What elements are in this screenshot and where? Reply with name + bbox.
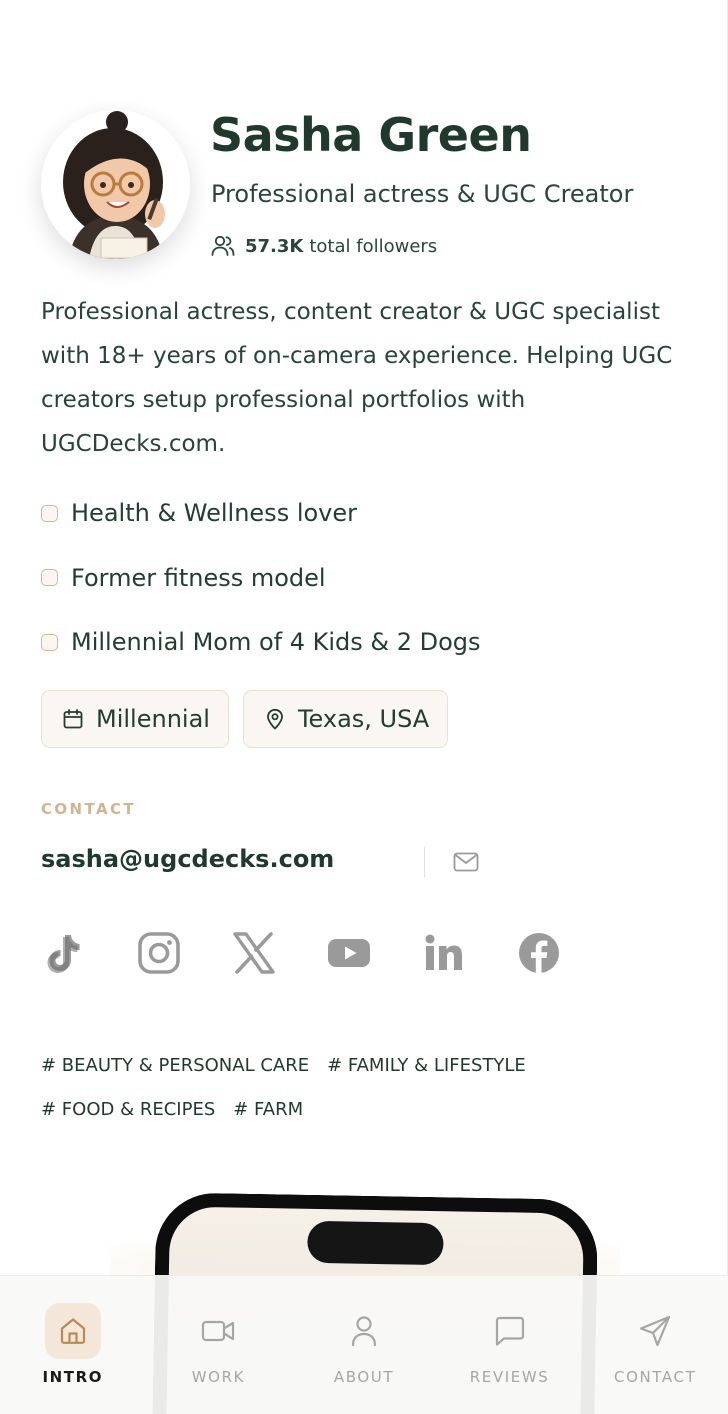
hashtag-list: # BEAUTY & PERSONAL CARE # FAMILY & LIFE… xyxy=(41,1043,681,1131)
nav-item-contact[interactable]: CONTACT xyxy=(582,1276,728,1414)
nav-item-work[interactable]: WORK xyxy=(146,1276,292,1414)
trait-label: Health & Wellness lover xyxy=(71,499,358,527)
nav-label: REVIEWS xyxy=(469,1368,550,1386)
location-label: Texas, USA xyxy=(297,705,430,733)
bullet-icon xyxy=(41,569,58,586)
email-divider xyxy=(424,847,425,877)
followers-count: 57.3K total followers xyxy=(211,235,437,257)
chat-icon xyxy=(495,1316,524,1346)
map-pin-icon xyxy=(267,708,283,730)
hashtag-row: # FOOD & RECIPES # FARM xyxy=(41,1087,681,1131)
youtube-icon xyxy=(328,939,370,967)
hashtag[interactable]: # FOOD & RECIPES xyxy=(41,1099,215,1120)
nav-label: WORK xyxy=(191,1368,246,1386)
hashtag[interactable]: # FAMILY & LIFESTYLE xyxy=(327,1055,526,1076)
instagram-icon xyxy=(138,932,180,974)
nav-label: CONTACT xyxy=(614,1368,697,1386)
nav-label: ABOUT xyxy=(333,1368,395,1386)
traits-list: Health & Wellness lover Former fitness m… xyxy=(41,492,481,686)
facebook-icon xyxy=(519,933,559,973)
list-item: Former fitness model xyxy=(41,557,481,599)
instagram-link[interactable] xyxy=(136,930,182,976)
generation-chip: Millennial xyxy=(41,690,229,748)
user-icon xyxy=(351,1316,377,1347)
nav-label: INTRO xyxy=(42,1368,104,1386)
calendar-icon xyxy=(63,709,83,729)
avatar-illustration xyxy=(41,110,190,259)
linkedin-link[interactable] xyxy=(421,930,467,976)
x-link[interactable] xyxy=(231,930,277,976)
list-item: Health & Wellness lover xyxy=(41,492,481,534)
followers-label: total followers xyxy=(309,235,438,257)
nav-icon-container xyxy=(190,1303,246,1359)
phone-notch xyxy=(307,1220,444,1266)
x-icon xyxy=(233,932,275,974)
trait-label: Millennial Mom of 4 Kids & 2 Dogs xyxy=(71,628,481,656)
send-icon xyxy=(640,1315,671,1347)
video-icon xyxy=(202,1320,235,1342)
linkedin-icon xyxy=(425,934,462,970)
home-icon xyxy=(60,1318,85,1344)
nav-icon-container xyxy=(482,1303,538,1359)
bottom-navigation: INTRO WORK ABOUT REVIEWS CONTACT xyxy=(0,1275,728,1414)
tiktok-icon xyxy=(47,935,80,973)
hashtag-row: # BEAUTY & PERSONAL CARE # FAMILY & LIFE… xyxy=(41,1043,681,1087)
hashtag[interactable]: # FARM xyxy=(233,1099,303,1120)
profile-name: Sasha Green xyxy=(210,108,532,162)
info-chips: Millennial Texas, USA xyxy=(41,690,462,748)
trait-label: Former fitness model xyxy=(71,563,326,592)
tiktok-link[interactable] xyxy=(41,930,87,976)
profile-tagline: Professional actress & UGC Creator xyxy=(211,180,634,208)
bullet-icon xyxy=(41,633,58,651)
contact-section-label: CONTACT xyxy=(41,800,137,818)
nav-icon-container xyxy=(336,1303,392,1359)
nav-item-about[interactable]: ABOUT xyxy=(291,1276,437,1414)
nav-item-intro[interactable]: INTRO xyxy=(0,1276,146,1414)
social-links xyxy=(41,930,611,976)
followers-number: 57.3K xyxy=(245,235,304,257)
email-link[interactable]: sasha@ugcdecks.com xyxy=(41,845,334,873)
profile-page: Sasha Green Professional actress & UGC C… xyxy=(0,0,728,1414)
mail-icon xyxy=(453,852,479,872)
list-item: Millennial Mom of 4 Kids & 2 Dogs xyxy=(41,621,481,663)
generation-label: Millennial xyxy=(96,705,210,733)
bullet-icon xyxy=(41,504,58,522)
facebook-link[interactable] xyxy=(516,930,562,976)
nav-icon-container xyxy=(627,1303,683,1359)
youtube-link[interactable] xyxy=(326,930,372,976)
location-chip: Texas, USA xyxy=(242,690,449,748)
bio-text: Professional actress, content creator & … xyxy=(41,299,673,457)
nav-item-reviews[interactable]: REVIEWS xyxy=(437,1276,583,1414)
email-button[interactable] xyxy=(452,848,480,876)
users-icon xyxy=(211,235,235,256)
avatar xyxy=(41,110,190,259)
hashtag[interactable]: # BEAUTY & PERSONAL CARE xyxy=(41,1055,309,1076)
nav-icon-container xyxy=(44,1303,101,1359)
